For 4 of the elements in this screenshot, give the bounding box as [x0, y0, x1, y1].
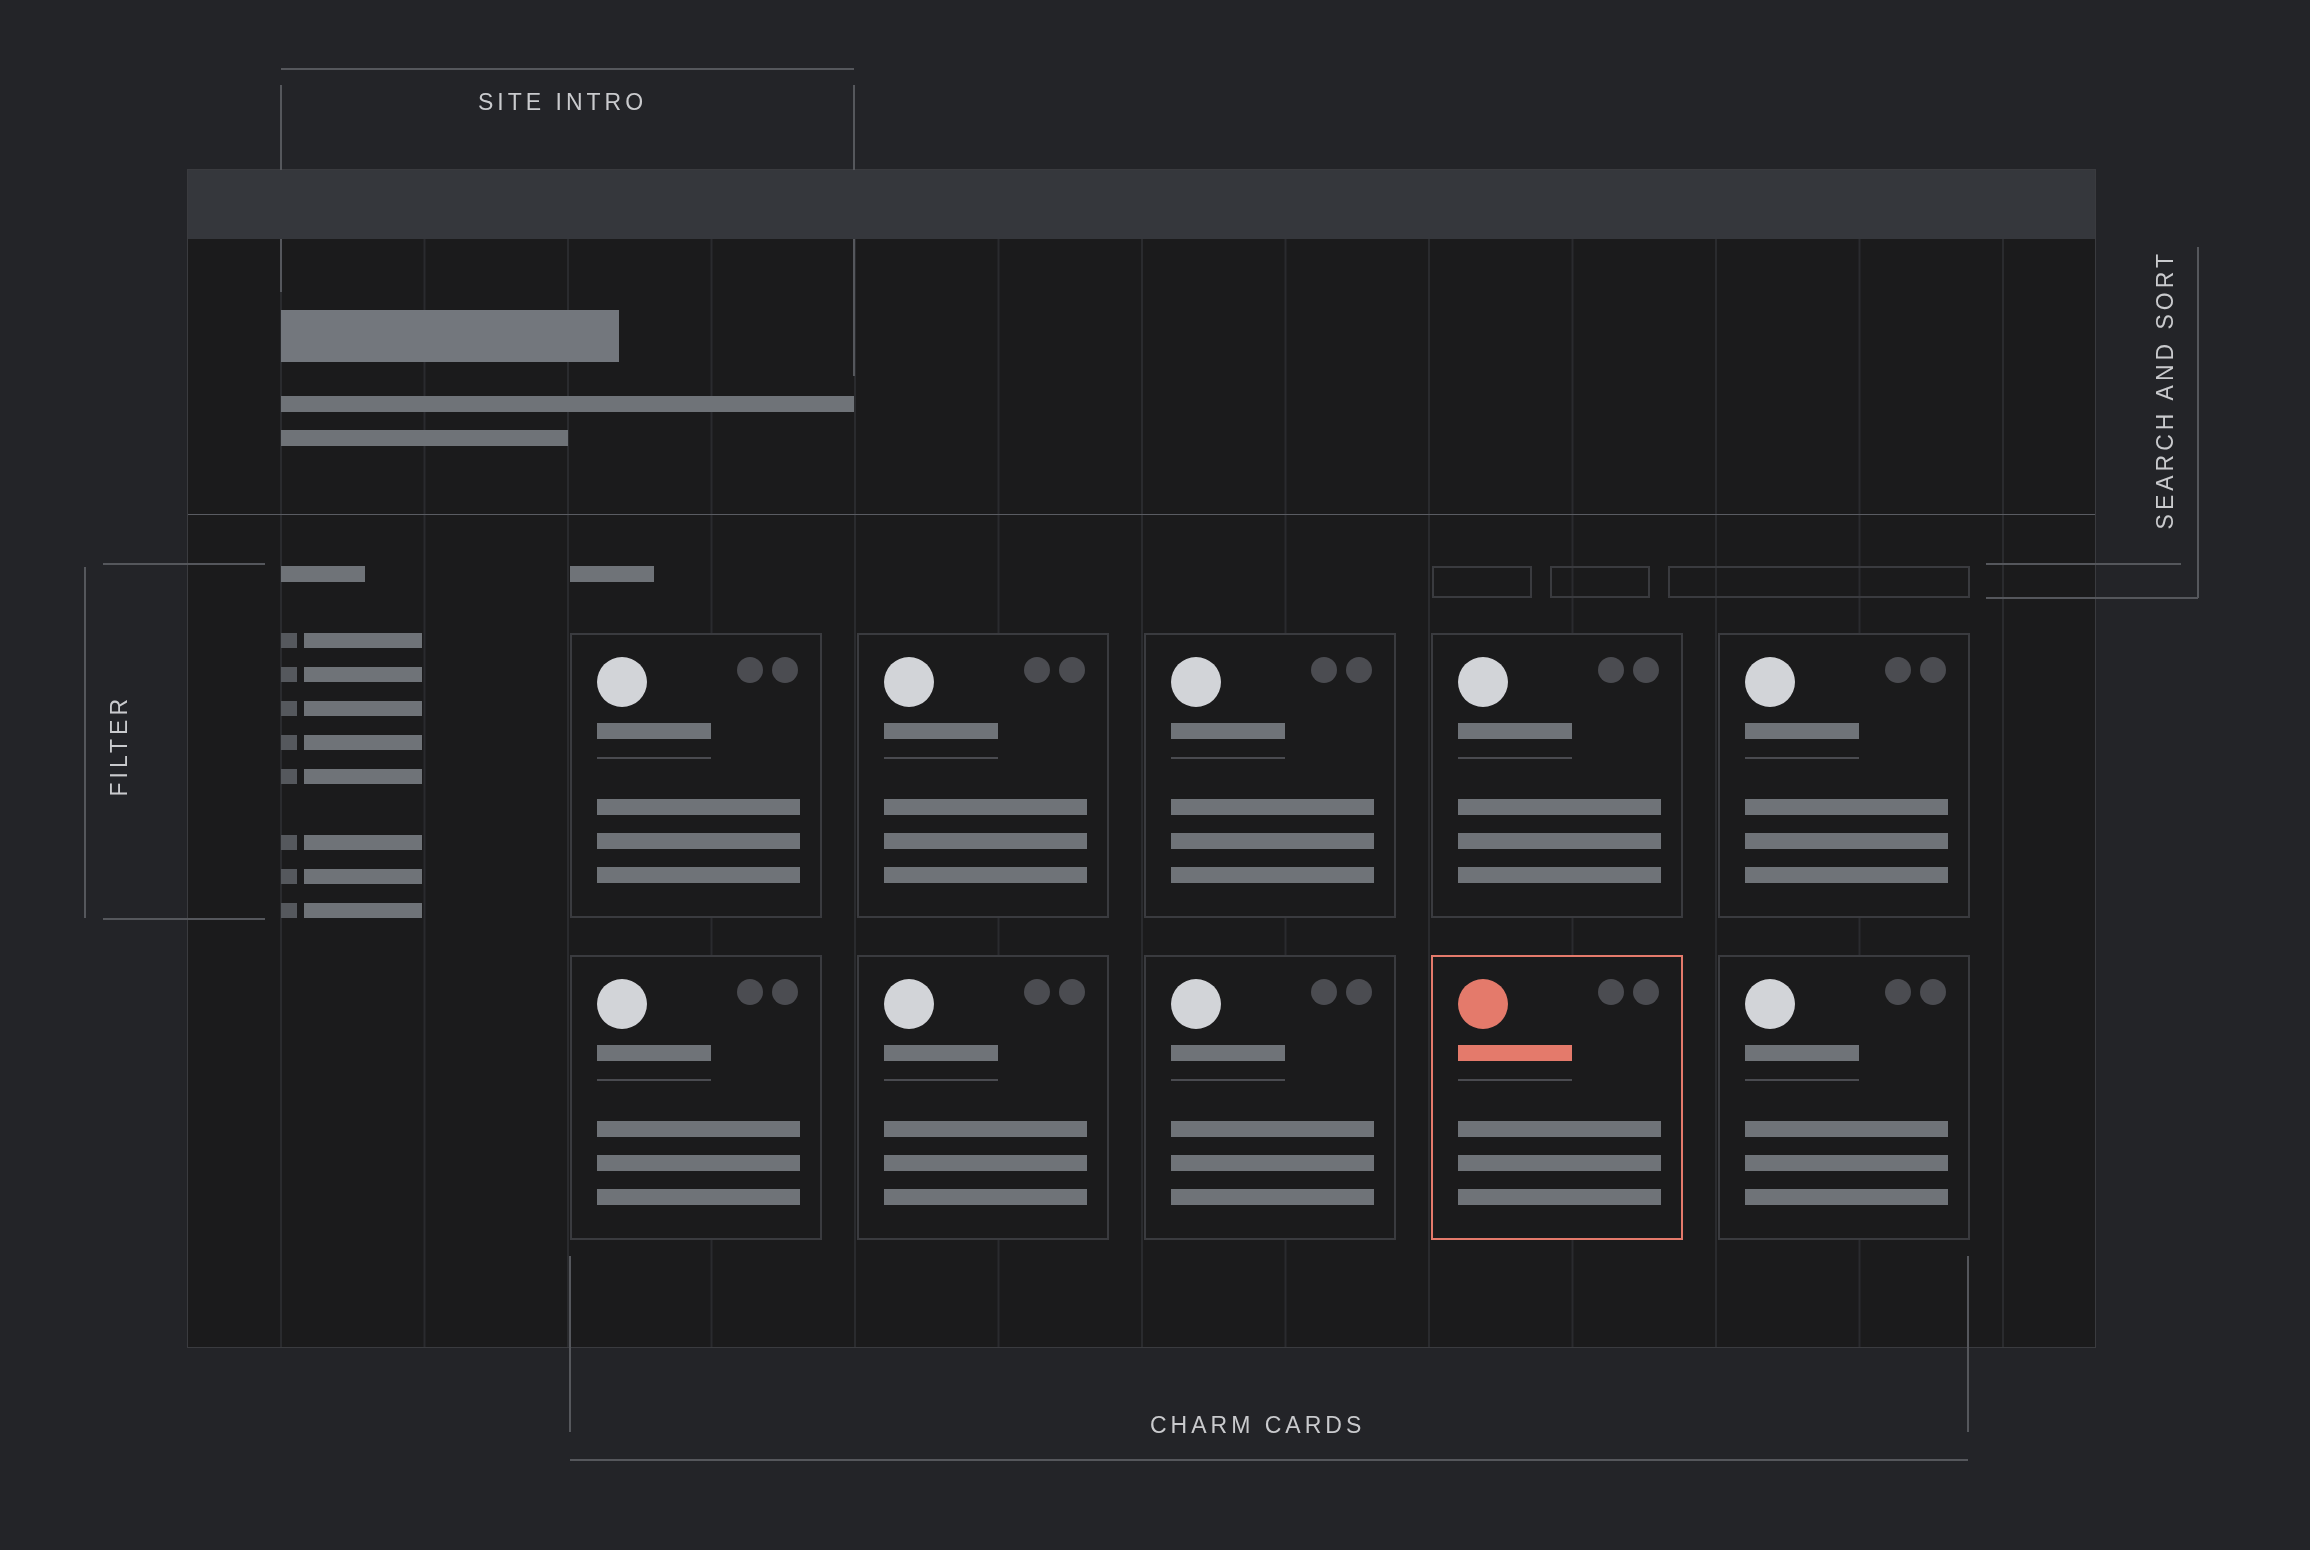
- annotation-label: FILTER: [106, 695, 133, 797]
- annotation-label: CHARM CARDS: [1150, 1412, 1366, 1439]
- annotation-label: SEARCH AND SORT: [2152, 250, 2179, 530]
- annotation-label: SITE INTRO: [478, 89, 648, 116]
